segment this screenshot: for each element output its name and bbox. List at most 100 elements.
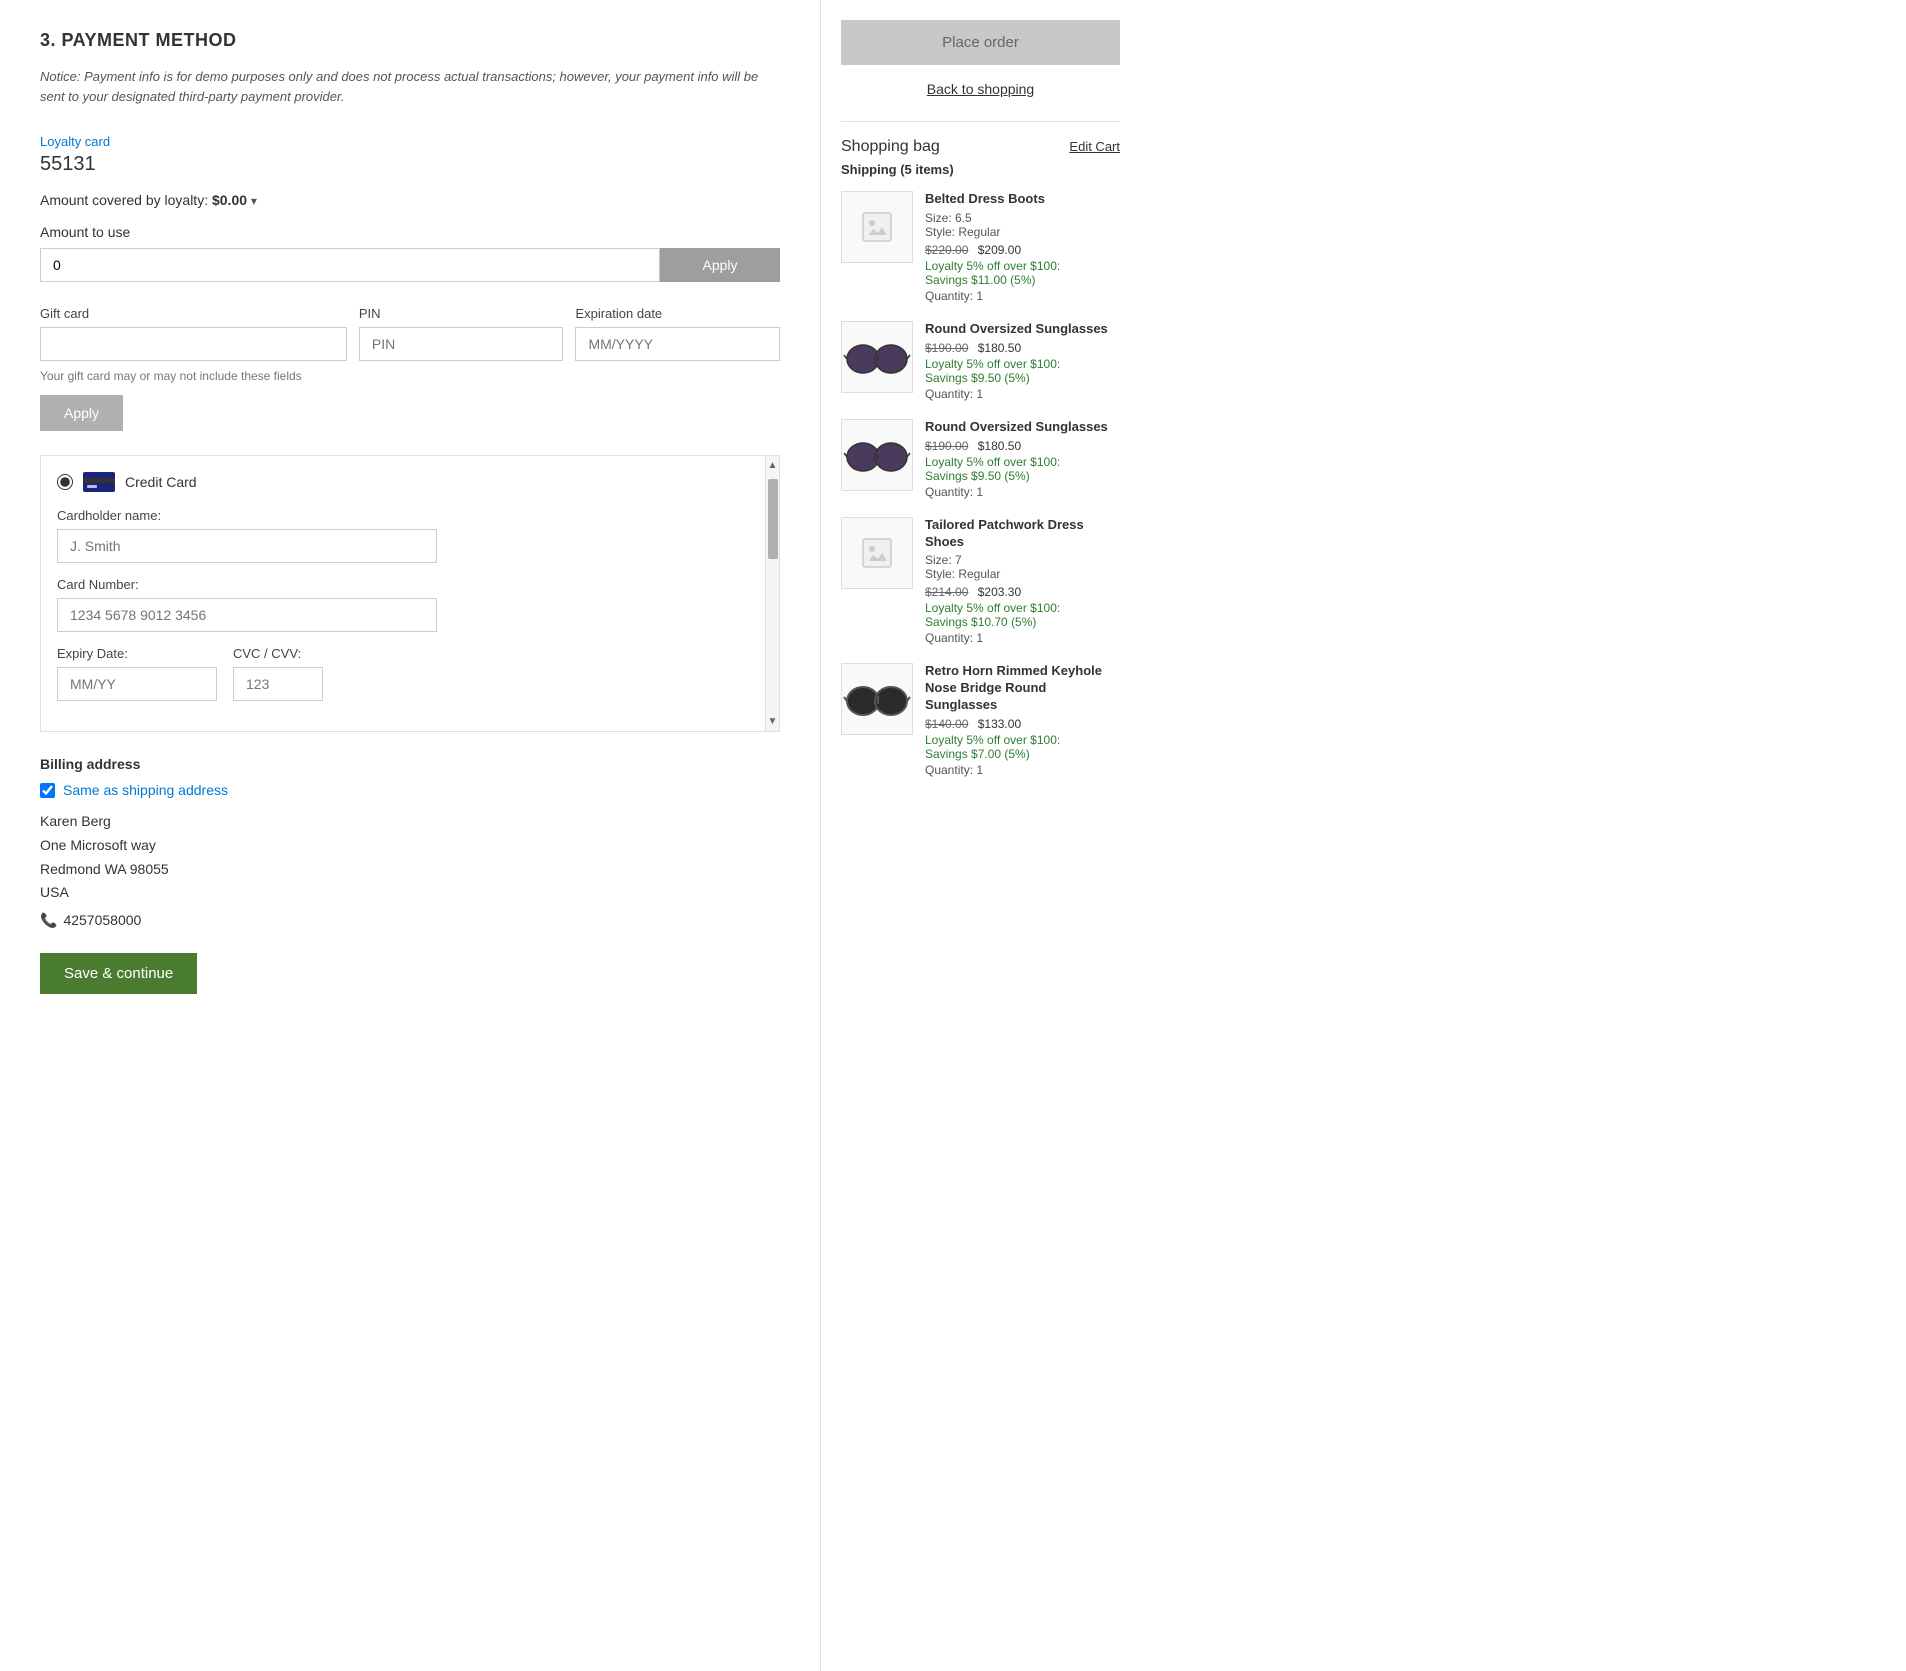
- cart-item-details: Belted Dress Boots Size: 6.5 Style: Regu…: [925, 191, 1120, 303]
- item-quantity: Quantity: 1: [925, 763, 1120, 777]
- price-original: $190.00: [925, 341, 968, 355]
- loyalty-covered: Amount covered by loyalty: $0.00 ▾: [40, 192, 780, 208]
- billing-address2: Redmond WA 98055: [40, 858, 780, 882]
- price-sale: $133.00: [978, 717, 1021, 731]
- loyalty-savings: Loyalty 5% off over $100:Savings $11.00 …: [925, 259, 1120, 287]
- cart-item-image: [841, 663, 913, 735]
- loyalty-dropdown-arrow[interactable]: ▾: [251, 194, 257, 208]
- section-title: 3. PAYMENT METHOD: [40, 30, 780, 51]
- phone-icon: 📞: [40, 909, 57, 933]
- cart-item-details: Round Oversized Sunglasses $190.00 $180.…: [925, 419, 1120, 499]
- scroll-down-arrow[interactable]: ▼: [764, 712, 782, 731]
- credit-card-radio[interactable]: [57, 474, 73, 490]
- cvv-group: CVC / CVV:: [233, 646, 323, 701]
- item-quantity: Quantity: 1: [925, 631, 1120, 645]
- price-sale: $180.50: [978, 439, 1021, 453]
- exp-input[interactable]: [575, 327, 780, 361]
- cart-item-image: [841, 191, 913, 263]
- loyalty-apply-button[interactable]: Apply: [660, 248, 780, 282]
- item-style: Style: Regular: [925, 225, 1120, 239]
- price-row: $190.00 $180.50: [925, 439, 1120, 453]
- item-size: Size: 6.5: [925, 211, 1120, 225]
- billing-phone: 4257058000: [63, 909, 141, 933]
- scrollbar[interactable]: ▲ ▼: [765, 456, 779, 731]
- price-original: $140.00: [925, 717, 968, 731]
- loyalty-savings: Loyalty 5% off over $100:Savings $9.50 (…: [925, 455, 1120, 483]
- back-to-shopping: Back to shopping: [841, 81, 1120, 97]
- card-number-input[interactable]: [57, 598, 437, 632]
- cart-item-details: Tailored Patchwork Dress Shoes Size: 7 S…: [925, 517, 1120, 646]
- loyalty-covered-label: Amount covered by loyalty:: [40, 192, 208, 208]
- cvv-input[interactable]: [233, 667, 323, 701]
- loyalty-number: 55131: [40, 153, 780, 176]
- loyalty-label: Loyalty card: [40, 134, 780, 149]
- payment-form-inner: Credit Card Cardholder name: Card Number…: [41, 456, 779, 731]
- same-as-shipping-row: Same as shipping address: [40, 782, 780, 798]
- item-quantity: Quantity: 1: [925, 387, 1120, 401]
- same-as-shipping-checkbox[interactable]: [40, 783, 55, 798]
- pin-input[interactable]: [359, 327, 564, 361]
- cart-item-details: Retro Horn Rimmed Keyhole Nose Bridge Ro…: [925, 663, 1120, 777]
- amount-input[interactable]: [40, 248, 660, 282]
- price-original: $220.00: [925, 243, 968, 257]
- gift-card-fields: Gift card PIN Expiration date: [40, 306, 780, 361]
- cart-item-details: Round Oversized Sunglasses $190.00 $180.…: [925, 321, 1120, 401]
- divider: [841, 121, 1120, 122]
- expiry-input[interactable]: [57, 667, 217, 701]
- card-number-label: Card Number:: [57, 577, 731, 592]
- gift-card-section: Gift card PIN Expiration date Your gift …: [40, 306, 780, 431]
- item-style: Style: Regular: [925, 567, 1120, 581]
- sidebar: Place order Back to shopping Shopping ba…: [820, 0, 1140, 1671]
- gift-card-hint: Your gift card may or may not include th…: [40, 369, 780, 383]
- gift-card-label: Gift card: [40, 306, 347, 321]
- loyalty-section: Loyalty card 55131 Amount covered by loy…: [40, 134, 780, 282]
- loyalty-savings: Loyalty 5% off over $100:Savings $10.70 …: [925, 601, 1120, 629]
- payment-section: ▲ ▼ Credit Card: [40, 455, 780, 732]
- item-name: Tailored Patchwork Dress Shoes: [925, 517, 1120, 551]
- scroll-up-arrow[interactable]: ▲: [764, 456, 782, 475]
- billing-title: Billing address: [40, 756, 780, 772]
- cart-item-image: [841, 517, 913, 589]
- item-size: Size: 7: [925, 553, 1120, 567]
- billing-name: Karen Berg: [40, 810, 780, 834]
- edit-cart-link[interactable]: Edit Cart: [1069, 139, 1120, 154]
- notice-text: Notice: Payment info is for demo purpose…: [40, 67, 780, 106]
- save-continue-button[interactable]: Save & continue: [40, 953, 197, 994]
- price-row: $140.00 $133.00: [925, 717, 1120, 731]
- shopping-bag-title: Shopping bag: [841, 138, 940, 156]
- gift-card-input[interactable]: [40, 327, 347, 361]
- cart-item: Round Oversized Sunglasses $190.00 $180.…: [841, 321, 1120, 401]
- pin-field: PIN: [359, 306, 564, 361]
- gift-card-field: Gift card: [40, 306, 347, 361]
- card-number-group: Card Number:: [57, 577, 751, 632]
- place-order-button[interactable]: Place order: [841, 20, 1120, 65]
- cart-item: Retro Horn Rimmed Keyhole Nose Bridge Ro…: [841, 663, 1120, 777]
- item-quantity: Quantity: 1: [925, 485, 1120, 499]
- billing-address: Karen Berg One Microsoft way Redmond WA …: [40, 810, 780, 933]
- cart-item-image: [841, 321, 913, 393]
- expiry-cvv-row: Expiry Date: CVC / CVV:: [57, 646, 731, 701]
- item-quantity: Quantity: 1: [925, 289, 1120, 303]
- back-to-shopping-link[interactable]: Back to shopping: [927, 81, 1034, 97]
- amount-row: Apply: [40, 248, 780, 282]
- cvv-label: CVC / CVV:: [233, 646, 323, 661]
- price-sale: $209.00: [978, 243, 1021, 257]
- shipping-label: Shipping (5 items): [841, 162, 1120, 177]
- pin-label: PIN: [359, 306, 564, 321]
- scrollbar-thumb[interactable]: [768, 479, 778, 559]
- cart-item: Tailored Patchwork Dress Shoes Size: 7 S…: [841, 517, 1120, 646]
- price-row: $190.00 $180.50: [925, 341, 1120, 355]
- cart-item: Belted Dress Boots Size: 6.5 Style: Regu…: [841, 191, 1120, 303]
- payment-method-row: Credit Card: [57, 472, 751, 492]
- billing-phone-row: 📞 4257058000: [40, 909, 780, 933]
- price-original: $190.00: [925, 439, 968, 453]
- cart-item: Round Oversized Sunglasses $190.00 $180.…: [841, 419, 1120, 499]
- gift-card-apply-button[interactable]: Apply: [40, 395, 123, 431]
- exp-field: Expiration date: [575, 306, 780, 361]
- billing-address1: One Microsoft way: [40, 834, 780, 858]
- cardholder-label: Cardholder name:: [57, 508, 731, 523]
- item-name: Round Oversized Sunglasses: [925, 419, 1120, 436]
- same-as-shipping-label[interactable]: Same as shipping address: [63, 782, 228, 798]
- loyalty-savings: Loyalty 5% off over $100:Savings $9.50 (…: [925, 357, 1120, 385]
- cardholder-input[interactable]: [57, 529, 437, 563]
